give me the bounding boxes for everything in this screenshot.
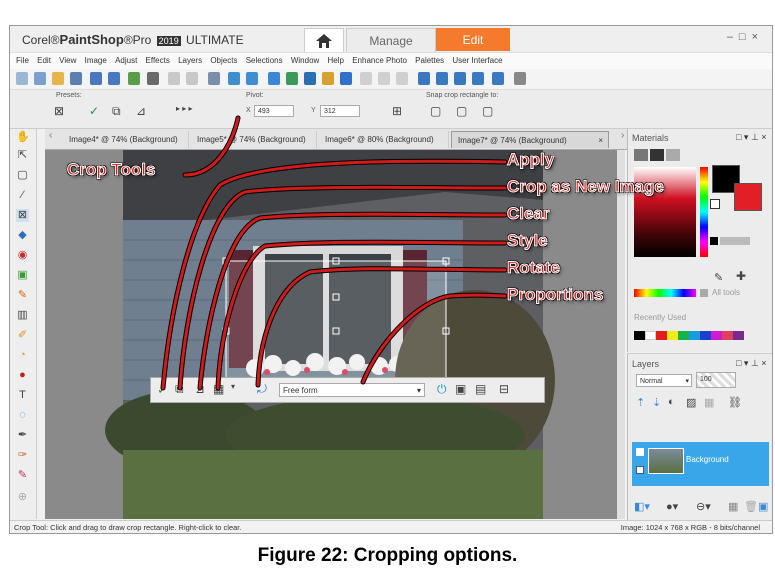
callout-rotate: Rotate (507, 258, 561, 278)
callout-crop-tools: Crop Tools (66, 160, 156, 180)
callout-style: Style (507, 231, 549, 251)
callout-proportions: Proportions (506, 285, 604, 305)
annotation-lines (160, 115, 508, 391)
figure-caption: Figure 22: Cropping options. (257, 545, 518, 566)
callout-apply: Apply (506, 150, 555, 170)
callout-clear: Clear (507, 204, 551, 224)
callout-crop-new-image: Crop as New Image (507, 177, 665, 197)
